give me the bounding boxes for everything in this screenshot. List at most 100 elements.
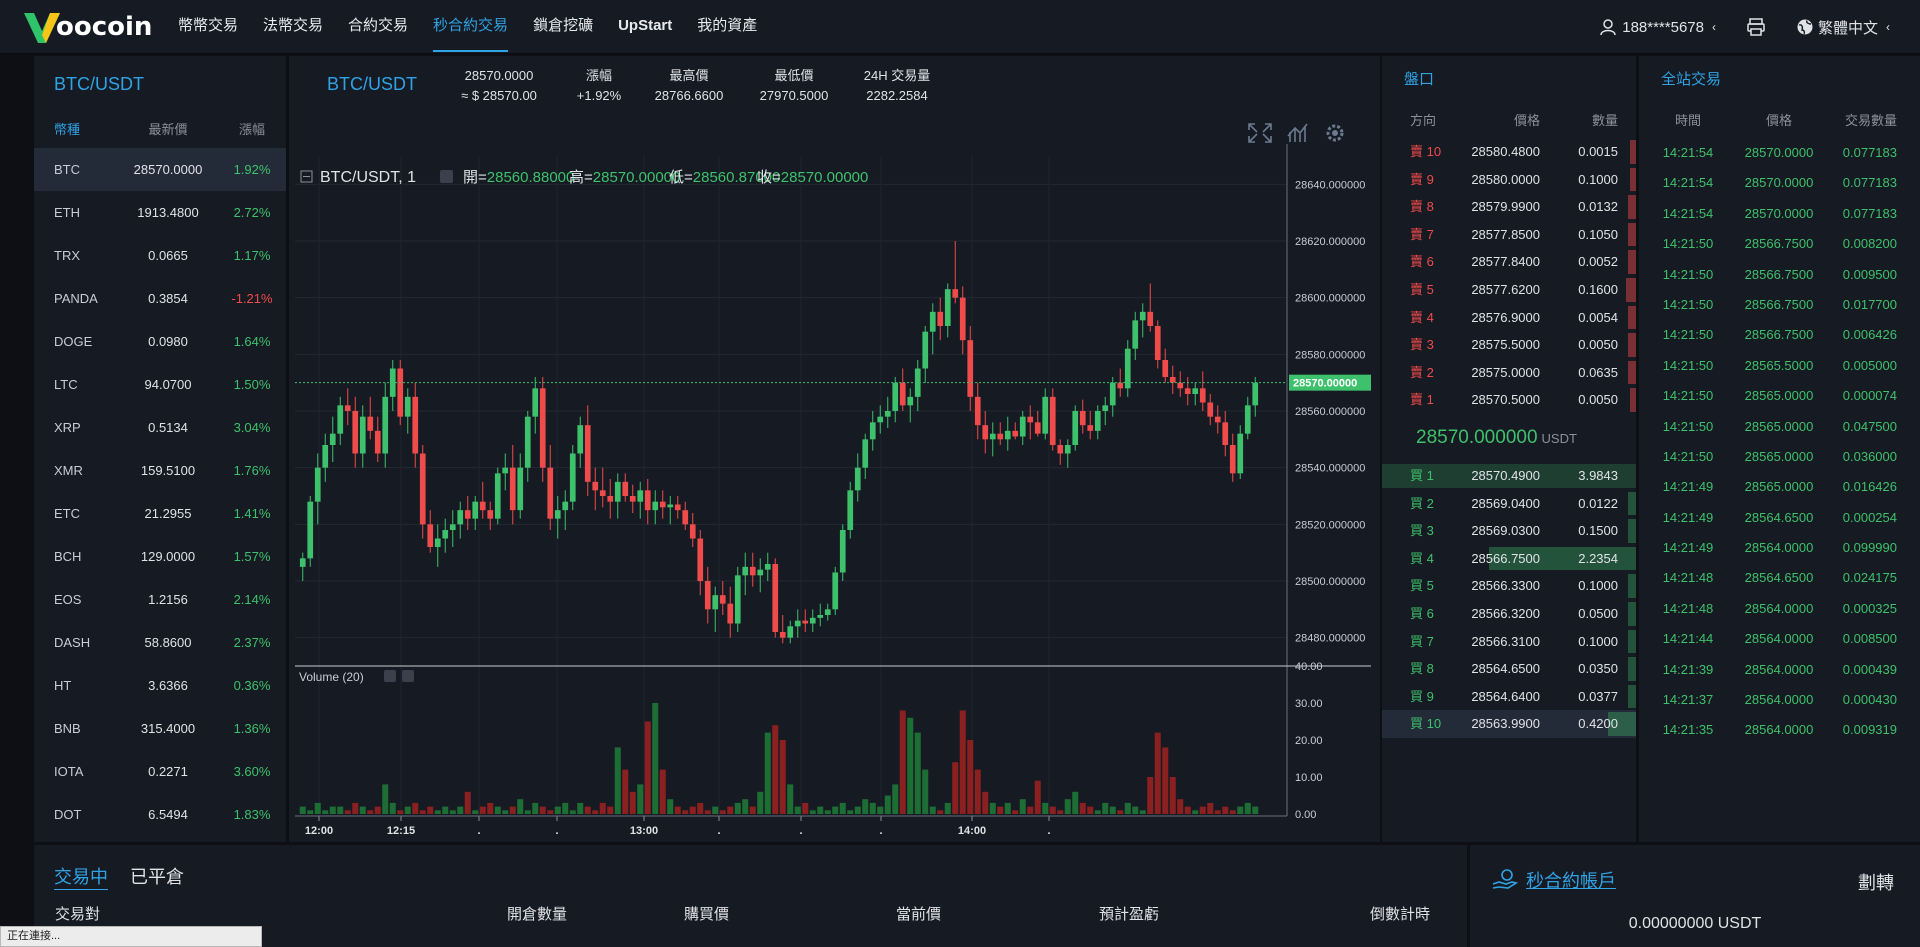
volume-bar — [1042, 802, 1049, 814]
market-row[interactable]: BCH 129.0000 1.57% — [34, 535, 286, 578]
volume-bar — [839, 802, 846, 814]
market-row[interactable]: ETH 1913.4800 2.72% — [34, 191, 286, 234]
order-price: 28579.9900 — [1471, 199, 1540, 215]
time-tick-label: . — [477, 825, 480, 837]
candle-body — [1079, 411, 1086, 426]
bid-row[interactable]: 買 7 28566.3100 0.1000 — [1382, 628, 1636, 656]
market-row[interactable]: DASH 58.8600 2.37% — [34, 621, 286, 664]
trade-price: 28565.0000 — [1744, 448, 1814, 464]
market-price: 58.8600 — [144, 635, 192, 650]
order-side: 賣 6 — [1410, 254, 1434, 270]
order-qty: 0.0122 — [1578, 495, 1618, 511]
menu-item-2[interactable]: 合約交易 — [348, 0, 408, 54]
menu-item-4[interactable]: 鎖倉挖礦 — [533, 0, 593, 54]
trade-row: 14:21:50 28565.5000 0.005000 — [1639, 351, 1920, 381]
trades-title[interactable]: 全站交易 — [1639, 56, 1920, 104]
ask-row[interactable]: 賣 10 28580.4800 0.0015 — [1382, 138, 1636, 166]
market-row[interactable]: IOTA 0.2271 3.60% — [34, 750, 286, 793]
logo-text: oocoin — [56, 12, 153, 42]
candle-body — [374, 430, 381, 454]
ask-row[interactable]: 賣 5 28577.6200 0.1600 — [1382, 276, 1636, 304]
trade-price: 28565.5000 — [1744, 357, 1814, 373]
bid-row[interactable]: 買 6 28566.3200 0.0500 — [1382, 600, 1636, 628]
market-row[interactable]: BNB 315.4000 1.36% — [34, 707, 286, 750]
account-title-link[interactable]: 秒合約帳戶 — [1492, 867, 1616, 893]
trade-time: 14:21:50 — [1662, 266, 1714, 282]
trade-price: 28564.0000 — [1744, 722, 1814, 738]
bid-row[interactable]: 買 1 28570.4900 3.9843 — [1382, 462, 1636, 490]
market-row[interactable]: DOGE 0.0980 1.64% — [34, 320, 286, 363]
ask-row[interactable]: 賣 3 28575.5000 0.0050 — [1382, 331, 1636, 359]
trade-amount: 0.009319 — [1842, 722, 1897, 738]
tab-open-trades[interactable]: 交易中 — [54, 863, 108, 890]
menu-item-1[interactable]: 法幣交易 — [263, 0, 323, 54]
volume-bar — [1102, 802, 1109, 814]
menu-item-6[interactable]: 我的資產 — [697, 0, 757, 54]
ask-row[interactable]: 賣 4 28576.9000 0.0054 — [1382, 304, 1636, 332]
menu-item-0[interactable]: 幣幣交易 — [178, 0, 238, 54]
ask-row[interactable]: 賣 2 28575.0000 0.0635 — [1382, 359, 1636, 387]
trade-time: 14:21:54 — [1662, 175, 1714, 191]
candle-body — [397, 368, 404, 417]
trade-price: 28570.0000 — [1744, 175, 1814, 191]
order-price: 28563.9900 — [1471, 716, 1540, 732]
market-row[interactable]: XMR 159.5100 1.76% — [34, 449, 286, 492]
volume-bar — [367, 810, 374, 814]
language-selector[interactable]: 繁體中文 ‹ — [1796, 17, 1890, 38]
orderbook-title[interactable]: 盤口 — [1382, 56, 1636, 104]
volume-bar — [554, 806, 561, 814]
ask-row[interactable]: 賣 1 28570.5000 0.0050 — [1382, 386, 1636, 414]
candle-body — [734, 575, 741, 624]
candle-body — [674, 504, 681, 511]
order-qty: 0.0054 — [1578, 309, 1618, 325]
bid-row[interactable]: 買 3 28569.0300 0.1500 — [1382, 517, 1636, 545]
market-row[interactable]: LTC 94.0700 1.50% — [34, 363, 286, 406]
download-app-button[interactable] — [1746, 17, 1766, 37]
user-icon — [1600, 19, 1616, 36]
ask-row[interactable]: 賣 7 28577.8500 0.1050 — [1382, 221, 1636, 249]
trade-time: 14:21:54 — [1662, 205, 1714, 221]
market-row[interactable]: XRP 0.5134 3.04% — [34, 406, 286, 449]
market-row[interactable]: DOT 6.5494 1.83% — [34, 793, 286, 836]
order-qty: 0.1000 — [1578, 578, 1618, 594]
ask-row[interactable]: 賣 9 28580.0000 0.1000 — [1382, 166, 1636, 194]
candle-body — [1139, 311, 1146, 321]
market-row[interactable]: TRX 0.0665 1.17% — [34, 234, 286, 277]
volume-bar — [1057, 810, 1064, 814]
market-row[interactable]: HT 3.6366 0.36% — [34, 664, 286, 707]
logo[interactable]: oocoin — [22, 8, 152, 46]
menu-item-3[interactable]: 秒合約交易 — [433, 0, 509, 54]
market-row[interactable]: ETC 21.2955 1.41% — [34, 492, 286, 535]
market-row[interactable]: EOS 1.2156 2.14% — [34, 578, 286, 621]
trade-row: 14:21:54 28570.0000 0.077183 — [1639, 138, 1920, 168]
volume-bar — [472, 810, 479, 814]
market-coin: BCH — [54, 549, 82, 564]
bid-row[interactable]: 買 4 28566.7500 2.2354 — [1382, 545, 1636, 573]
transfer-button[interactable]: 劃轉 — [1858, 869, 1894, 895]
market-row[interactable]: BTC 28570.0000 1.92% — [34, 148, 286, 191]
market-pair-title[interactable]: BTC/USDT — [34, 56, 286, 112]
col-current-price: 當前價 — [896, 906, 942, 923]
ask-row[interactable]: 賣 8 28579.9900 0.0132 — [1382, 193, 1636, 221]
market-coin: DOT — [54, 807, 82, 822]
user-menu[interactable]: 188****5678 ‹ — [1599, 18, 1716, 36]
candle-body — [862, 439, 869, 468]
trade-time: 14:21:54 — [1662, 145, 1714, 160]
trade-price: 28565.0000 — [1744, 418, 1814, 434]
ask-row[interactable]: 賣 6 28577.8400 0.0052 — [1382, 248, 1636, 276]
volume-bar — [517, 799, 524, 814]
bid-row[interactable]: 買 9 28564.6400 0.0377 — [1382, 683, 1636, 711]
candle-body — [727, 603, 734, 624]
menu-item-5[interactable]: UpStart — [618, 0, 672, 54]
market-row[interactable]: PANDA 0.3854 -1.21% — [34, 277, 286, 320]
time-tick-label: 12:15 — [387, 825, 415, 837]
candle-body — [1252, 382, 1259, 406]
bid-row[interactable]: 買 2 28569.0400 0.0122 — [1382, 490, 1636, 518]
coin-column-header[interactable]: 幣種 — [34, 112, 118, 148]
tab-closed-trades[interactable]: 已平倉 — [130, 863, 184, 890]
bid-row[interactable]: 買 10 28563.9900 0.4200 — [1382, 710, 1636, 738]
bid-row[interactable]: 買 8 28564.6500 0.0350 — [1382, 655, 1636, 683]
volume-bar — [1034, 780, 1041, 814]
bid-row[interactable]: 買 5 28566.3300 0.1000 — [1382, 572, 1636, 600]
candlestick-chart[interactable]: 28640.000000 28620.000000 28600.000000 2858… — [289, 56, 1380, 842]
